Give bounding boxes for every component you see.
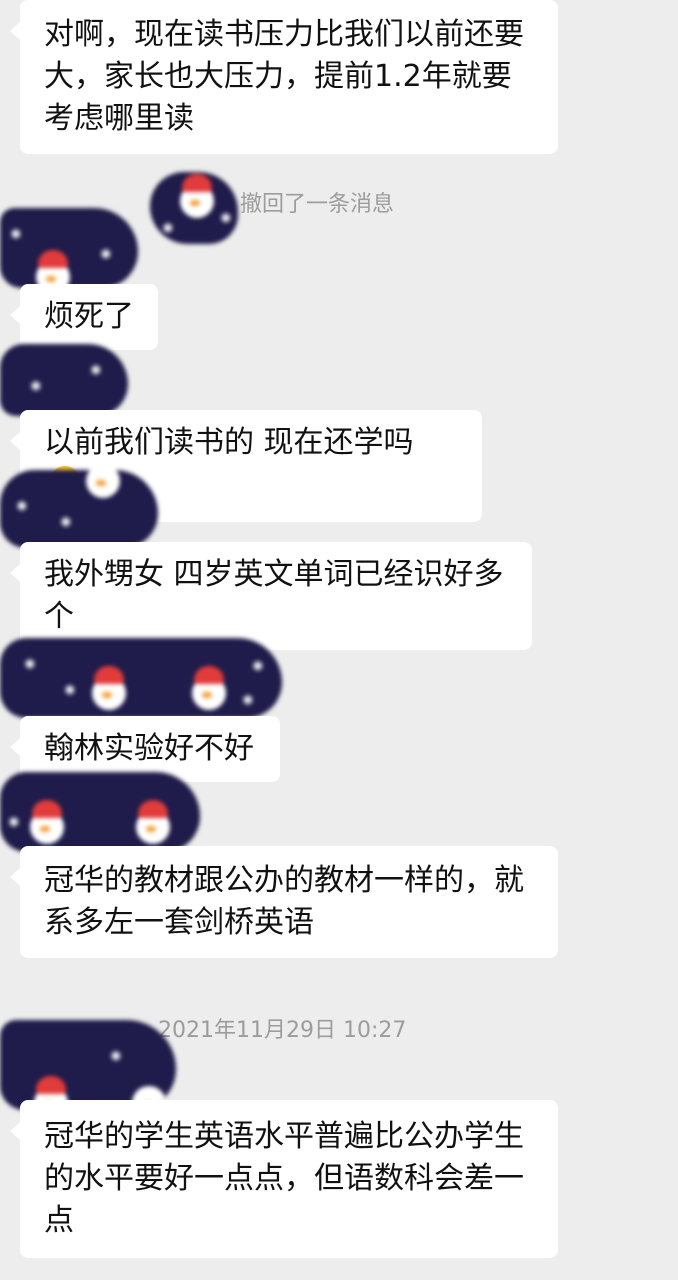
redacted-name: ✱ ✱: [150, 172, 238, 244]
message-bubble[interactable]: 烦死了: [10, 284, 158, 350]
redacted-sender: ✱: [0, 772, 200, 852]
message-bubble[interactable]: 冠华的教材跟公办的教材一样的，就系多左一套剑桥英语: [10, 846, 558, 958]
message-text: 冠华的教材跟公办的教材一样的，就系多左一套剑桥英语: [44, 863, 524, 940]
message-text: 烦死了: [44, 299, 134, 334]
chat-history[interactable]: 对啊，现在读书压力比我们以前还要大，家长也大压力，提前1.2年就要考虑哪里读 撤…: [0, 0, 678, 1280]
message-text: 对啊，现在读书压力比我们以前还要大，家长也大压力，提前1.2年就要考虑哪里读: [44, 17, 524, 136]
message-text: 以前我们读书的 现在还学吗: [44, 425, 414, 460]
redacted-sender: ✱ ✱: [0, 208, 138, 288]
redacted-sender: ✱ ✱ ✱ ✱: [0, 638, 282, 718]
redacted-sender: ✱: [0, 1020, 176, 1110]
timestamp: 2021年11月29日 10:27: [158, 1012, 406, 1044]
recall-notice-text: 撤回了一条消息: [240, 192, 395, 217]
recall-notice: 撤回了一条消息: [240, 186, 394, 218]
message-bubble[interactable]: 对啊，现在读书压力比我们以前还要大，家长也大压力，提前1.2年就要考虑哪里读: [10, 0, 558, 154]
redacted-sender: ✱ ✱: [0, 344, 128, 416]
message-bubble[interactable]: 我外甥女 四岁英文单词已经识好多个: [10, 542, 532, 650]
redacted-sender: ✱ ✱: [0, 470, 158, 548]
timestamp-text: 2021年11月29日 10:27: [158, 1018, 407, 1043]
message-text: 我外甥女 四岁英文单词已经识好多个: [44, 557, 504, 634]
message-bubble[interactable]: 冠华的学生英语水平普遍比公办学生的水平要好一点点，但语数科会差一点: [10, 1100, 558, 1258]
message-text: 冠华的学生英语水平普遍比公办学生的水平要好一点点，但语数科会差一点: [44, 1119, 524, 1238]
message-text: 翰林实验好不好: [44, 731, 254, 766]
